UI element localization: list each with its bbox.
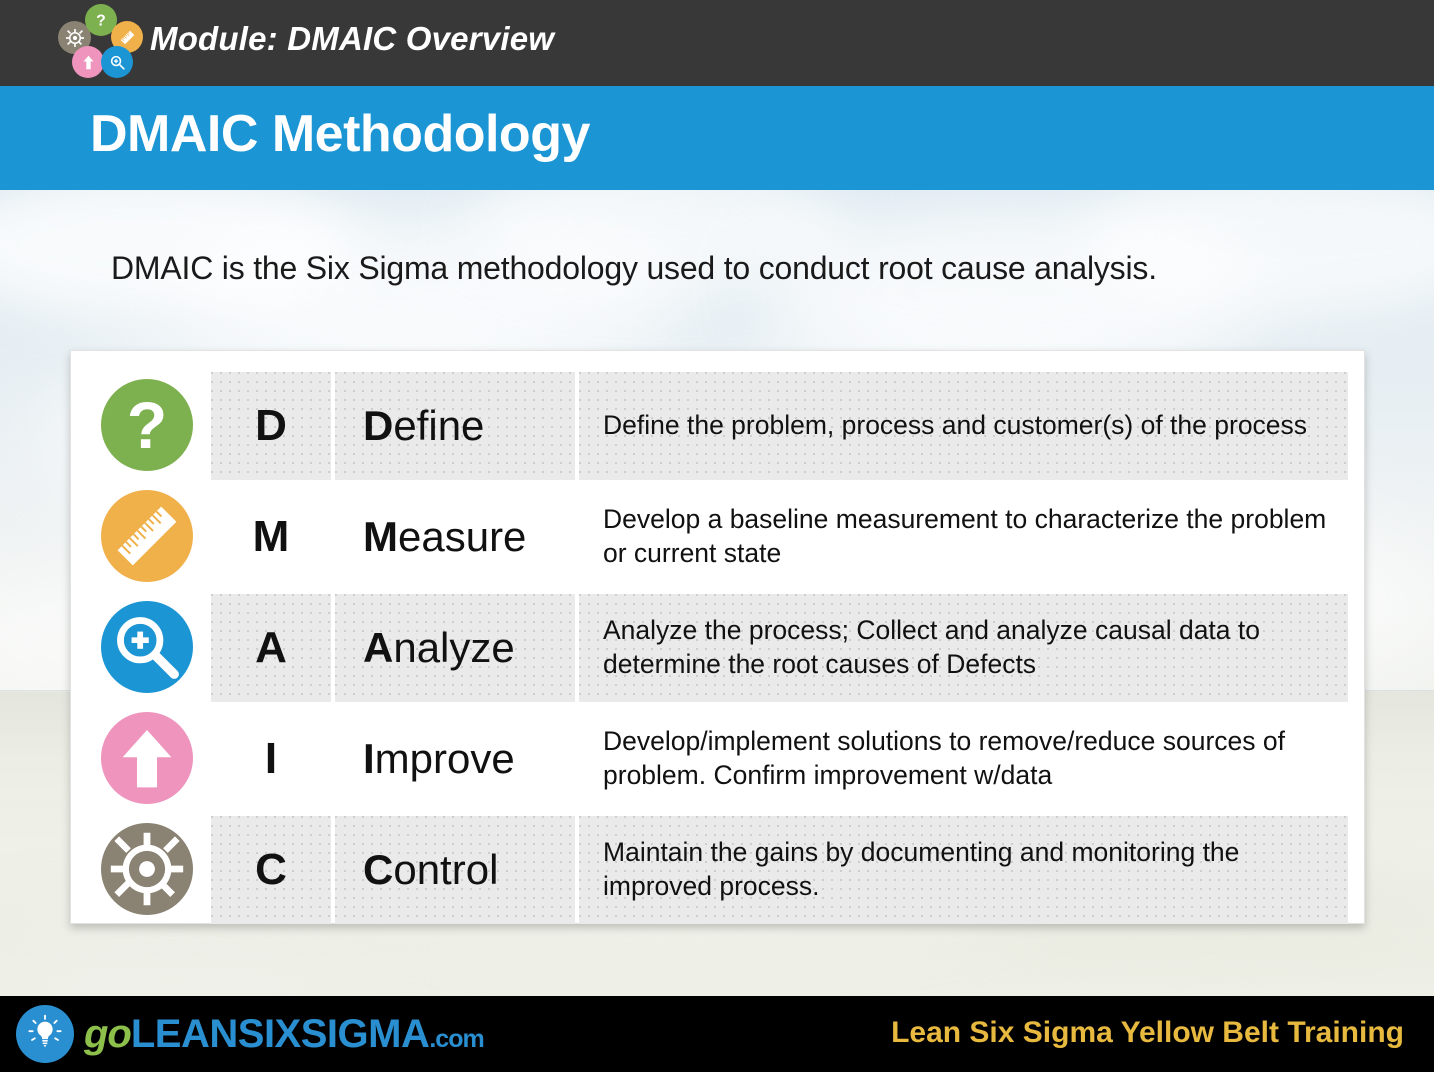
question-mark-icon: ?: [101, 379, 193, 471]
phase-name: Measure: [335, 483, 575, 591]
phase-description: Develop a baseline measurement to charac…: [579, 483, 1348, 591]
table-row: A Analyze Analyze the process; Collect a…: [87, 594, 1348, 702]
phase-description: Develop/implement solutions to remove/re…: [579, 705, 1348, 813]
row-icon-cell: [87, 594, 207, 702]
phase-name-initial: C: [363, 846, 394, 893]
table-row: C Control Maintain the gains by document…: [87, 816, 1348, 924]
phase-description: Maintain the gains by documenting and mo…: [579, 816, 1348, 924]
phase-name: Analyze: [335, 594, 575, 702]
phase-letter: A: [211, 594, 331, 702]
intro-text: DMAIC is the Six Sigma methodology used …: [111, 250, 1157, 286]
row-icon-cell: ?: [87, 372, 207, 480]
phase-name-rest: efine: [393, 402, 485, 449]
phase-description: Analyze the process; Collect and analyze…: [579, 594, 1348, 702]
table-row: I Improve Develop/implement solutions to…: [87, 705, 1348, 813]
phase-letter: M: [211, 483, 331, 591]
phase-description: Define the problem, process and customer…: [579, 372, 1348, 480]
table-row: M Measure Develop a baseline measurement…: [87, 483, 1348, 591]
magnifier-plus-icon: [101, 46, 133, 78]
table-row: ? D Define Define the problem, process a…: [87, 372, 1348, 480]
svg-text:?: ?: [127, 389, 168, 463]
phase-name-rest: easure: [398, 513, 527, 560]
phase-name-initial: D: [363, 402, 394, 449]
goleansixsigma-logo[interactable]: go LEANSIXSIGMA .com: [16, 1005, 485, 1063]
slide-background: ? Module: DMAIC Overview DMAIC Methodolo…: [0, 0, 1434, 1072]
phase-name: Define: [335, 372, 575, 480]
phase-name: Control: [335, 816, 575, 924]
phase-name-rest: ontrol: [393, 846, 499, 893]
brand-dotcom-text: .com: [429, 1025, 484, 1053]
row-icon-cell: [87, 483, 207, 591]
phase-letter: I: [211, 705, 331, 813]
phase-letter: D: [211, 372, 331, 480]
phase-name-initial: I: [363, 735, 375, 782]
course-name: Lean Six Sigma Yellow Belt Training: [891, 1016, 1404, 1049]
phase-name-rest: mprove: [374, 735, 515, 782]
dmaic-table-card: ? D Define Define the problem, process a…: [70, 350, 1365, 924]
arrow-up-icon: [101, 712, 193, 804]
brand-lss-text: LEANSIXSIGMA: [130, 1012, 430, 1056]
phase-name-initial: M: [363, 513, 398, 560]
svg-text:?: ?: [96, 12, 106, 29]
phase-name-rest: nalyze: [393, 624, 515, 671]
slide-title-banner: DMAIC Methodology: [0, 86, 1434, 190]
module-header-bar: ? Module: DMAIC Overview: [0, 0, 1434, 86]
ruler-icon: [101, 490, 193, 582]
phase-name: Improve: [335, 705, 575, 813]
page-title: DMAIC Methodology: [90, 105, 590, 163]
phase-name-initial: A: [363, 624, 394, 671]
dmaic-icon-cluster: ?: [58, 4, 148, 82]
dmaic-table: ? D Define Define the problem, process a…: [83, 369, 1352, 927]
arrow-up-icon: [72, 46, 104, 78]
row-icon-cell: [87, 816, 207, 924]
module-title: Module: DMAIC Overview: [150, 20, 555, 57]
row-icon-cell: [87, 705, 207, 813]
footer-bar: go LEANSIXSIGMA .com Lean Six Sigma Yellow…: [0, 996, 1434, 1072]
magnifier-plus-icon: [101, 601, 193, 693]
brand-go-text: go: [84, 1012, 132, 1056]
phase-letter: C: [211, 816, 331, 924]
brand-wordmark: go LEANSIXSIGMA .com: [84, 1012, 485, 1056]
ship-wheel-icon: [101, 823, 193, 915]
lightbulb-icon: [16, 1005, 74, 1063]
